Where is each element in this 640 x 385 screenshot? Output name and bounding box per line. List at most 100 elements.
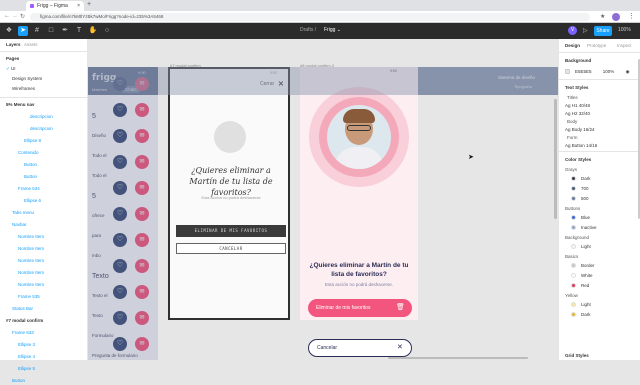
horizontal-scrollbar[interactable] bbox=[388, 357, 528, 359]
design-canvas[interactable]: 5 Diseño Todo el Todo el 5 ofrece para mbo Texto… bbox=[88, 39, 558, 360]
color-style-item[interactable]: White bbox=[565, 271, 640, 280]
visibility-icon[interactable]: ◉ bbox=[626, 69, 630, 74]
layer-item[interactable]: Status Bar bbox=[0, 305, 88, 313]
delete-favorite-button[interactable]: ELIMINAR DE MIS FAVORITOS bbox=[176, 225, 286, 237]
layer-item[interactable]: Nombre Item bbox=[0, 233, 88, 241]
modal-question: ¿Quieres eliminar a Martín de tu lista d… bbox=[309, 262, 409, 278]
vertical-scrollbar[interactable] bbox=[554, 99, 557, 219]
color-style-item[interactable]: Light bbox=[565, 300, 640, 309]
browser-tab-bar: Frigg – Figma × + bbox=[0, 0, 640, 16]
color-style-item[interactable]: Red bbox=[565, 281, 640, 290]
color-swatch bbox=[571, 244, 576, 250]
cancel-button-label: Cancelar bbox=[317, 345, 338, 351]
new-tab-icon[interactable]: + bbox=[87, 1, 91, 8]
frame-tool-icon[interactable]: # bbox=[32, 26, 42, 36]
user-avatar[interactable]: V bbox=[568, 26, 577, 35]
layer-item[interactable]: Ellipse 5 bbox=[0, 365, 88, 373]
color-group[interactable]: Grays bbox=[565, 165, 640, 174]
layer-item[interactable]: Frame 535 bbox=[0, 293, 88, 301]
layer-item[interactable]: Nombre Item bbox=[0, 269, 88, 277]
tab-prototype[interactable]: Prototype bbox=[587, 41, 613, 50]
back-arrow-icon[interactable]: ← bbox=[4, 13, 10, 19]
page-item[interactable]: Wireframes bbox=[12, 85, 100, 93]
reload-icon[interactable]: ↻ bbox=[20, 13, 25, 20]
layer-item[interactable]: Ellipse 6 bbox=[0, 197, 88, 205]
background-color-field[interactable]: E5E5E5 100% ◉ bbox=[565, 67, 640, 76]
layer-item[interactable]: Ellipse 8 bbox=[0, 137, 88, 145]
color-style-item[interactable]: Border bbox=[565, 261, 640, 270]
modal-subtext: Esta acción no podrá deshacerse. bbox=[324, 282, 394, 287]
layer-item[interactable]: Tabs menu bbox=[0, 209, 88, 217]
layer-item[interactable]: Nombre Item bbox=[0, 281, 88, 289]
url-text: figma.com/file/n7kMtlYzBk7wMo/Frigg?node… bbox=[40, 14, 164, 19]
layer-item[interactable]: Nombre Item bbox=[0, 245, 88, 253]
share-button[interactable]: Share bbox=[594, 26, 612, 36]
text-tool-icon[interactable]: T bbox=[74, 26, 84, 36]
profile-avatar[interactable] bbox=[612, 13, 620, 21]
layer-item[interactable]: Button bbox=[0, 161, 88, 169]
color-group[interactable]: Yellow bbox=[565, 291, 640, 300]
breadcrumb-project[interactable]: Drafts / bbox=[300, 27, 316, 33]
status-time: 9:50 bbox=[270, 71, 277, 75]
color-style-item[interactable]: Dark bbox=[565, 174, 640, 183]
zoom-control[interactable]: 100% bbox=[618, 27, 631, 33]
layer-item[interactable]: 5% Menu nav bbox=[0, 101, 88, 109]
browser-tab[interactable]: Frigg – Figma × bbox=[26, 1, 84, 11]
design-system-title: Sistema de diseño bbox=[498, 75, 536, 80]
file-name[interactable]: Frigg ⌄ bbox=[324, 27, 341, 33]
browser-address-bar: ← → ↻ figma.com/file/n7kMtlYzBk7wMo/Frig… bbox=[0, 11, 640, 23]
modal-close-text[interactable]: Cerrar bbox=[260, 81, 274, 87]
color-name: 700 bbox=[581, 186, 589, 191]
layer-item[interactable]: Frame 533 bbox=[0, 329, 88, 337]
layer-item[interactable]: #7 modal confirm bbox=[0, 317, 88, 325]
present-icon[interactable]: ▷ bbox=[583, 27, 588, 34]
avatar-placeholder bbox=[214, 121, 246, 153]
forward-arrow-icon[interactable]: → bbox=[12, 13, 18, 19]
extensions-icon[interactable]: ★ bbox=[600, 13, 605, 20]
background-swatch bbox=[565, 69, 570, 75]
layer-item[interactable]: Navbar bbox=[0, 221, 88, 229]
hand-tool-icon[interactable]: ✋ bbox=[88, 26, 98, 36]
color-style-item[interactable]: Inactive bbox=[565, 223, 640, 232]
url-input[interactable]: figma.com/file/n7kMtlYzBk7wMo/Frigg?node… bbox=[30, 13, 590, 21]
layer-item[interactable]: descripcion bbox=[0, 113, 88, 121]
cancel-button[interactable]: CANCELAR bbox=[176, 243, 286, 254]
layer-item[interactable]: Button bbox=[0, 377, 88, 385]
browser-menu-icon[interactable]: ⋮ bbox=[628, 12, 635, 20]
layer-item[interactable]: Frame 534 bbox=[0, 185, 88, 193]
color-group[interactable]: Buttons bbox=[565, 204, 640, 213]
close-icon[interactable]: ✕ bbox=[278, 80, 284, 88]
comment-tool-icon[interactable]: ○ bbox=[102, 26, 112, 36]
color-style-item[interactable]: Blue bbox=[565, 213, 640, 222]
color-swatch bbox=[571, 225, 576, 231]
color-style-item[interactable]: Dark bbox=[565, 310, 640, 319]
move-tool-icon[interactable]: ➤ bbox=[18, 26, 28, 36]
layer-item[interactable]: Nombre Item bbox=[0, 257, 88, 265]
figma-menu-icon[interactable]: ❖ bbox=[4, 26, 14, 36]
color-group[interactable]: Background bbox=[565, 233, 640, 242]
hair-shape bbox=[343, 109, 375, 123]
modal-confirm-2-frame[interactable]: 9:50 ¿Quieres eliminar a Martín de tu li… bbox=[300, 67, 418, 320]
delete-favorite-button[interactable]: Eliminar de mis favoritos 🗑 bbox=[308, 299, 412, 317]
page-item[interactable]: Design System bbox=[12, 75, 100, 83]
page-item[interactable]: ✓ UI bbox=[6, 65, 94, 73]
mouse-cursor-icon: ➤ bbox=[468, 154, 474, 161]
layer-item[interactable]: Button bbox=[0, 173, 88, 181]
tab-inspect[interactable]: Inspect bbox=[617, 41, 639, 50]
layer-item[interactable]: descripcion bbox=[0, 125, 88, 133]
layer-item[interactable]: Ellipse 3 bbox=[0, 341, 88, 349]
cancel-button[interactable]: Cancelar ✕ bbox=[308, 339, 412, 357]
pen-tool-icon[interactable]: ✒ bbox=[60, 26, 70, 36]
delete-button-label: Eliminar de mis favoritos bbox=[316, 305, 371, 311]
tab-design[interactable]: Design bbox=[565, 41, 585, 50]
tab-close-icon[interactable]: × bbox=[77, 3, 80, 9]
color-style-item[interactable]: 700 bbox=[565, 184, 640, 193]
color-swatch bbox=[571, 283, 576, 289]
color-style-item[interactable]: 500 bbox=[565, 194, 640, 203]
layer-item[interactable]: Contenido bbox=[0, 149, 88, 157]
text-style-item[interactable]: Ag Button 14/16 bbox=[565, 141, 640, 150]
shape-tool-icon[interactable]: □ bbox=[46, 26, 56, 36]
color-group[interactable]: Basics bbox=[565, 252, 640, 261]
color-style-item[interactable]: Light bbox=[565, 242, 640, 251]
modal-confirm-frame[interactable]: 9:50 Cerrar ✕ ¿Quieres eliminar a Martín… bbox=[168, 67, 290, 320]
